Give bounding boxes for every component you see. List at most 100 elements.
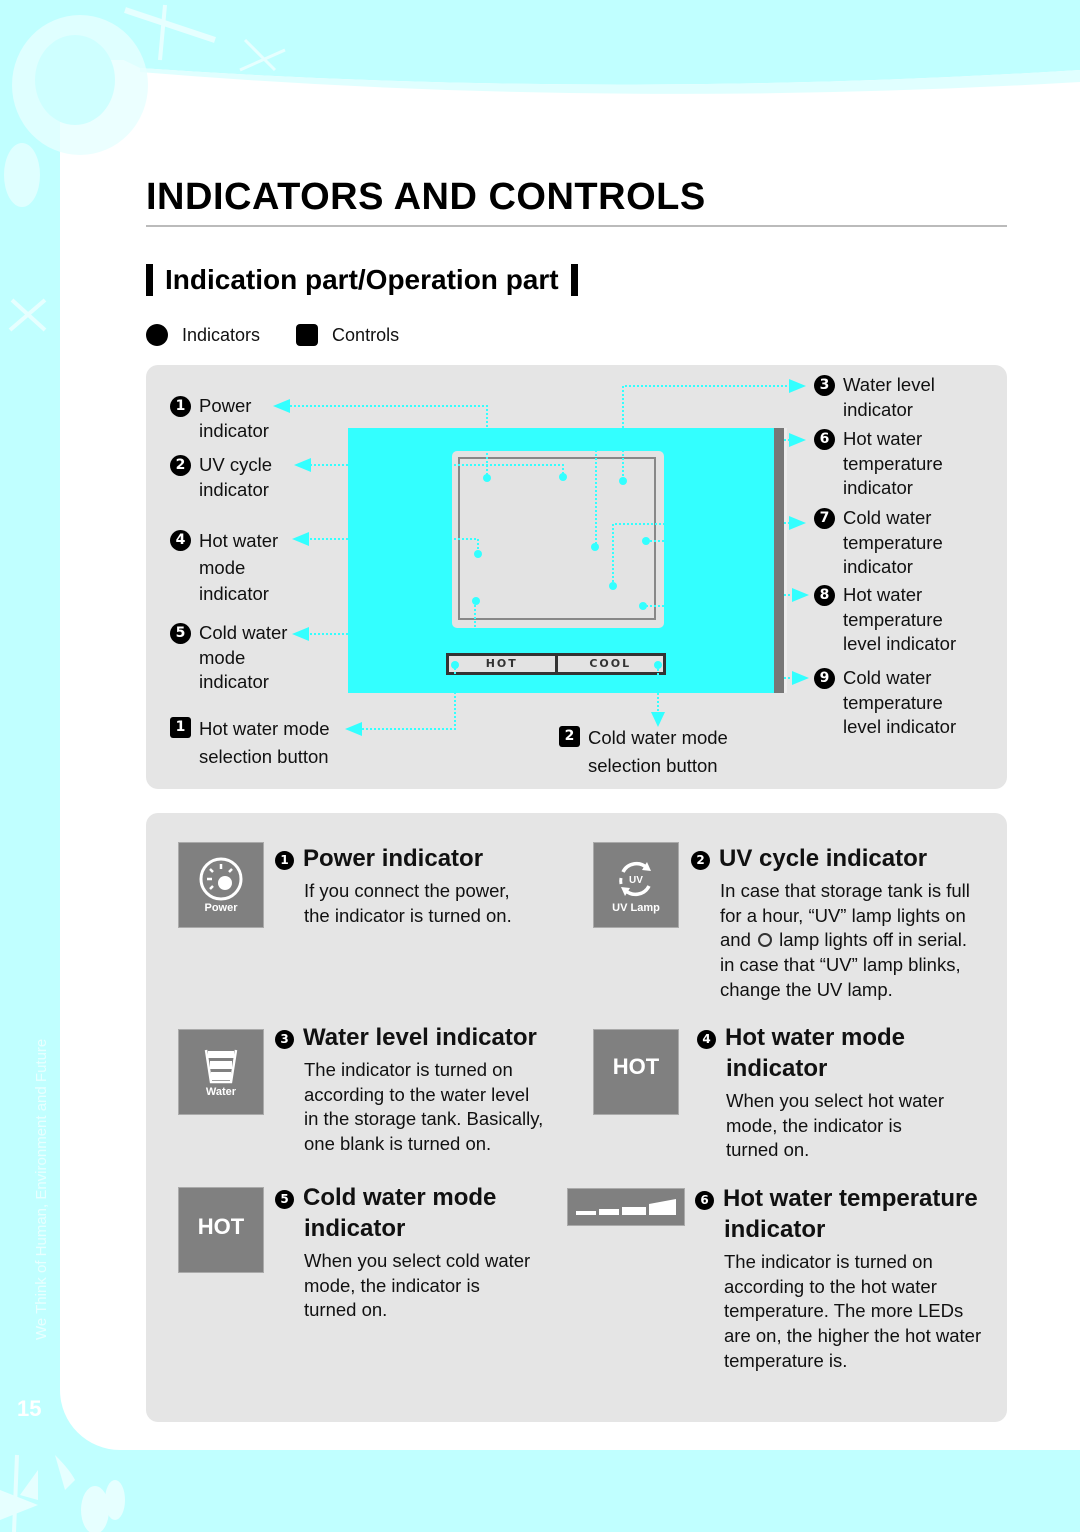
number-badge: 8 xyxy=(814,585,835,606)
cool-button[interactable]: COOL xyxy=(557,656,663,672)
cold-mode-icon: HOT xyxy=(178,1187,264,1273)
item-title-text: indicator xyxy=(724,1216,826,1243)
item-title-text: UV cycle indicator xyxy=(719,845,928,872)
label-power-indicator: 1 Power indicator xyxy=(170,394,269,443)
heading-bar-right xyxy=(570,264,578,296)
uv-lamp-icon: UV UV Lamp xyxy=(593,842,679,928)
label-line: indicator xyxy=(843,398,913,420)
heading-bar-left xyxy=(146,264,153,296)
body-line: If you connect the power, xyxy=(304,880,510,901)
body-line: When you select hot water xyxy=(726,1090,944,1111)
device-edge xyxy=(774,428,787,693)
label-line: temperature xyxy=(843,531,943,553)
item-title-text: Water level indicator xyxy=(303,1024,537,1051)
section-heading-text: Indication part/Operation part xyxy=(165,264,559,295)
display-face xyxy=(452,451,664,628)
icon-caption: Power xyxy=(204,902,238,914)
uv-cycle-inline-icon xyxy=(758,933,773,948)
label-line: Hot water xyxy=(843,584,923,605)
label-cold-water-temperature-indicator: 7 Cold water temperature indicator xyxy=(814,506,943,580)
label-line: indicator xyxy=(843,556,913,577)
body-line: temperature. The more LEDs xyxy=(724,1300,964,1322)
body-line: In case that storage tank is full xyxy=(720,880,970,901)
display-face-inner xyxy=(458,457,656,620)
label-water-level-indicator: 3 Water level indicator xyxy=(814,373,935,422)
label-hot-water-selection-button: 1 Hot water mode selection button xyxy=(170,715,330,771)
control-square-icon xyxy=(296,324,319,346)
label-line: Water level xyxy=(843,374,935,395)
legend: Indicators Controls xyxy=(146,324,399,346)
item-title-text: Cold water mode xyxy=(303,1184,497,1211)
item-body: The indicator is turned on according to … xyxy=(304,1058,543,1157)
label-line: Hot water xyxy=(199,530,279,551)
label-line: temperature xyxy=(843,452,943,474)
label-cold-water-mode-indicator: 5 Cold water mode indicator xyxy=(170,621,287,695)
item-body: The indicator is turned on according to … xyxy=(724,1250,981,1374)
control-number-badge: 2 xyxy=(559,726,580,747)
label-line: level indicator xyxy=(843,716,957,737)
item-title-text: indicator xyxy=(726,1055,828,1082)
label-line: indicator xyxy=(199,419,269,441)
control-number-badge: 1 xyxy=(170,717,191,738)
item-title: 6 Hot water temperature indicator xyxy=(695,1183,978,1245)
label-line: UV cycle xyxy=(199,454,272,475)
item-title: 2 UV cycle indicator xyxy=(691,843,927,874)
label-cold-water-selection-button: 2 Cold water mode selection button xyxy=(559,724,728,780)
indicator-circle-icon xyxy=(146,324,168,346)
item-title: 4 Hot water mode indicator xyxy=(697,1022,905,1084)
item-title: 1 Power indicator xyxy=(275,843,483,874)
item-body: In case that storage tank is full for a … xyxy=(720,879,970,1003)
body-line: according to the water level xyxy=(304,1083,530,1105)
label-line: Hot water mode xyxy=(199,718,330,739)
body-line: mode, the indicator is xyxy=(304,1274,480,1296)
water-level-icon: Water xyxy=(178,1029,264,1115)
page-title: INDICATORS AND CONTROLS xyxy=(146,176,706,218)
label-line: Cold water xyxy=(199,622,288,643)
item-title-text: Hot water temperature xyxy=(723,1185,978,1212)
number-badge: 2 xyxy=(691,851,710,870)
label-line: indicator xyxy=(199,583,269,604)
power-glyph-icon xyxy=(199,857,243,901)
label-line: Cold water mode xyxy=(588,727,728,748)
label-line: level indicator xyxy=(843,633,957,654)
body-fragment: lamp lights off in serial. xyxy=(779,929,967,951)
label-line: selection button xyxy=(199,746,329,767)
body-line: turned on. xyxy=(726,1139,810,1161)
number-badge: 2 xyxy=(170,455,191,476)
number-badge: 5 xyxy=(170,623,191,644)
led-bars-glyph-icon xyxy=(576,1199,676,1215)
number-badge: 1 xyxy=(170,396,191,417)
label-line: temperature xyxy=(843,608,943,630)
label-line: mode xyxy=(199,646,246,668)
body-line: change the UV lamp. xyxy=(720,978,893,1000)
label-hot-water-temperature-indicator: 6 Hot water temperature indicator xyxy=(814,427,943,501)
item-title: 3 Water level indicator xyxy=(275,1022,537,1053)
item-body: When you select hot water mode, the indi… xyxy=(726,1089,944,1163)
body-line: in case that “UV” lamp blinks, xyxy=(720,954,961,976)
label-uv-cycle-indicator: 2 UV cycle indicator xyxy=(170,453,272,502)
number-badge: 4 xyxy=(697,1030,716,1049)
hot-mode-icon: HOT xyxy=(593,1029,679,1115)
hot-label: HOT xyxy=(612,1054,660,1079)
number-badge: 7 xyxy=(814,508,835,529)
body-line: in the storage tank. Basically, xyxy=(304,1108,544,1130)
body-line: according to the hot water xyxy=(724,1275,937,1297)
body-line: The indicator is turned on xyxy=(304,1059,513,1080)
hot-button[interactable]: HOT xyxy=(449,656,555,672)
number-badge: 6 xyxy=(814,429,835,450)
page-number: 15 xyxy=(17,1396,42,1421)
label-line: selection button xyxy=(588,755,718,776)
number-badge: 6 xyxy=(695,1191,714,1210)
power-icon: Power xyxy=(178,842,264,928)
body-line: mode, the indicator is xyxy=(726,1114,902,1136)
title-divider xyxy=(146,225,1007,227)
label-line: Hot water xyxy=(843,428,923,449)
label-hot-water-mode-indicator: 4 Hot water mode indicator xyxy=(170,528,278,608)
item-title-text: Power indicator xyxy=(303,845,484,872)
body-line: are on, the higher the hot water xyxy=(724,1325,982,1347)
label-line: Power xyxy=(199,395,252,416)
side-tagline: We Think of Human, Environment and Futur… xyxy=(33,1038,50,1340)
uv-inner-label: UV xyxy=(629,875,643,886)
number-badge: 1 xyxy=(275,851,294,870)
label-line: indicator xyxy=(199,478,269,500)
